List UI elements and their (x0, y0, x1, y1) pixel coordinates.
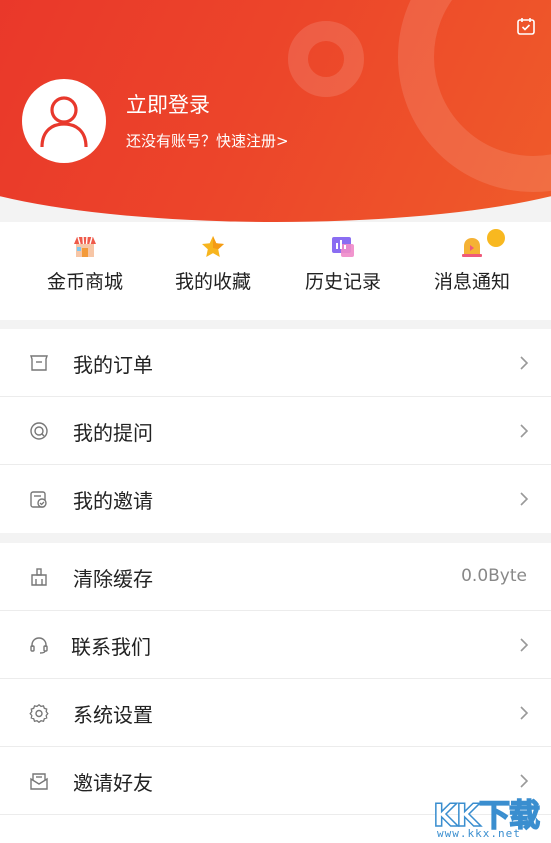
login-button[interactable]: 立即登录 (126, 89, 210, 119)
chevron-right-icon (520, 774, 529, 788)
chevron-right-icon (520, 706, 529, 720)
menu-item-label: 我的提问 (73, 421, 153, 445)
quick-action-label: 消息通知 (433, 271, 510, 293)
chevron-right-icon (520, 492, 529, 506)
menu-item-my-questions[interactable]: 我的提问 (0, 397, 551, 465)
quick-action-coin-mall[interactable]: 金币商城 (16, 222, 154, 320)
menu-item-label: 清除缓存 (73, 567, 153, 591)
register-link[interactable]: 还没有账号？快速注册> (126, 130, 289, 151)
quick-action-label: 我的收藏 (174, 271, 251, 293)
menu-item-system-settings[interactable]: 系统设置 (0, 679, 551, 747)
menu-item-my-invitations[interactable]: 我的邀请 (0, 465, 551, 533)
question-icon (30, 422, 48, 440)
user-icon (40, 96, 88, 148)
menu-item-my-orders[interactable]: 我的订单 (0, 329, 551, 397)
headset-icon (30, 637, 48, 654)
menu-item-label: 我的邀请 (73, 489, 153, 513)
quick-action-notifications[interactable]: 消息通知 (403, 222, 541, 320)
menu-group-orders: 我的订单 我的提问 我的邀请 (0, 329, 551, 533)
gear-icon (29, 703, 49, 723)
quick-action-label: 历史记录 (304, 271, 381, 293)
menu-item-label: 系统设置 (73, 703, 153, 727)
mail-icon (30, 773, 48, 790)
menu-item-label: 我的订单 (73, 353, 153, 377)
avatar[interactable] (22, 79, 106, 163)
quick-actions: 金币商城 我的收藏 历史记录 消息通知 (0, 222, 551, 320)
menu-item-contact-us[interactable]: 联系我们 (0, 611, 551, 679)
calendar-check-icon[interactable] (516, 16, 536, 36)
menu-item-label: 联系我们 (71, 635, 151, 659)
bell-icon (462, 238, 482, 257)
notification-badge (487, 229, 505, 247)
quick-action-label: 金币商城 (46, 271, 123, 293)
invite-icon (30, 491, 47, 508)
shop-icon (74, 236, 96, 257)
cache-size-value: 0.0Byte (461, 566, 527, 586)
star-icon (202, 236, 224, 257)
menu-item-label: 邀请好友 (73, 771, 153, 795)
quick-action-favorites[interactable]: 我的收藏 (144, 222, 282, 320)
broom-icon (31, 568, 47, 586)
history-chart-icon (332, 237, 354, 257)
decorative-ring-small (288, 21, 364, 97)
chevron-right-icon (520, 424, 529, 438)
watermark-url: www.kkx.net (437, 827, 521, 840)
chevron-right-icon (520, 356, 529, 370)
quick-action-history[interactable]: 历史记录 (274, 222, 412, 320)
watermark: KK下载 www.kkx.net (432, 790, 543, 840)
menu-item-clear-cache[interactable]: 清除缓存 0.0Byte (0, 543, 551, 611)
order-icon (30, 355, 48, 371)
chevron-right-icon (520, 638, 529, 652)
